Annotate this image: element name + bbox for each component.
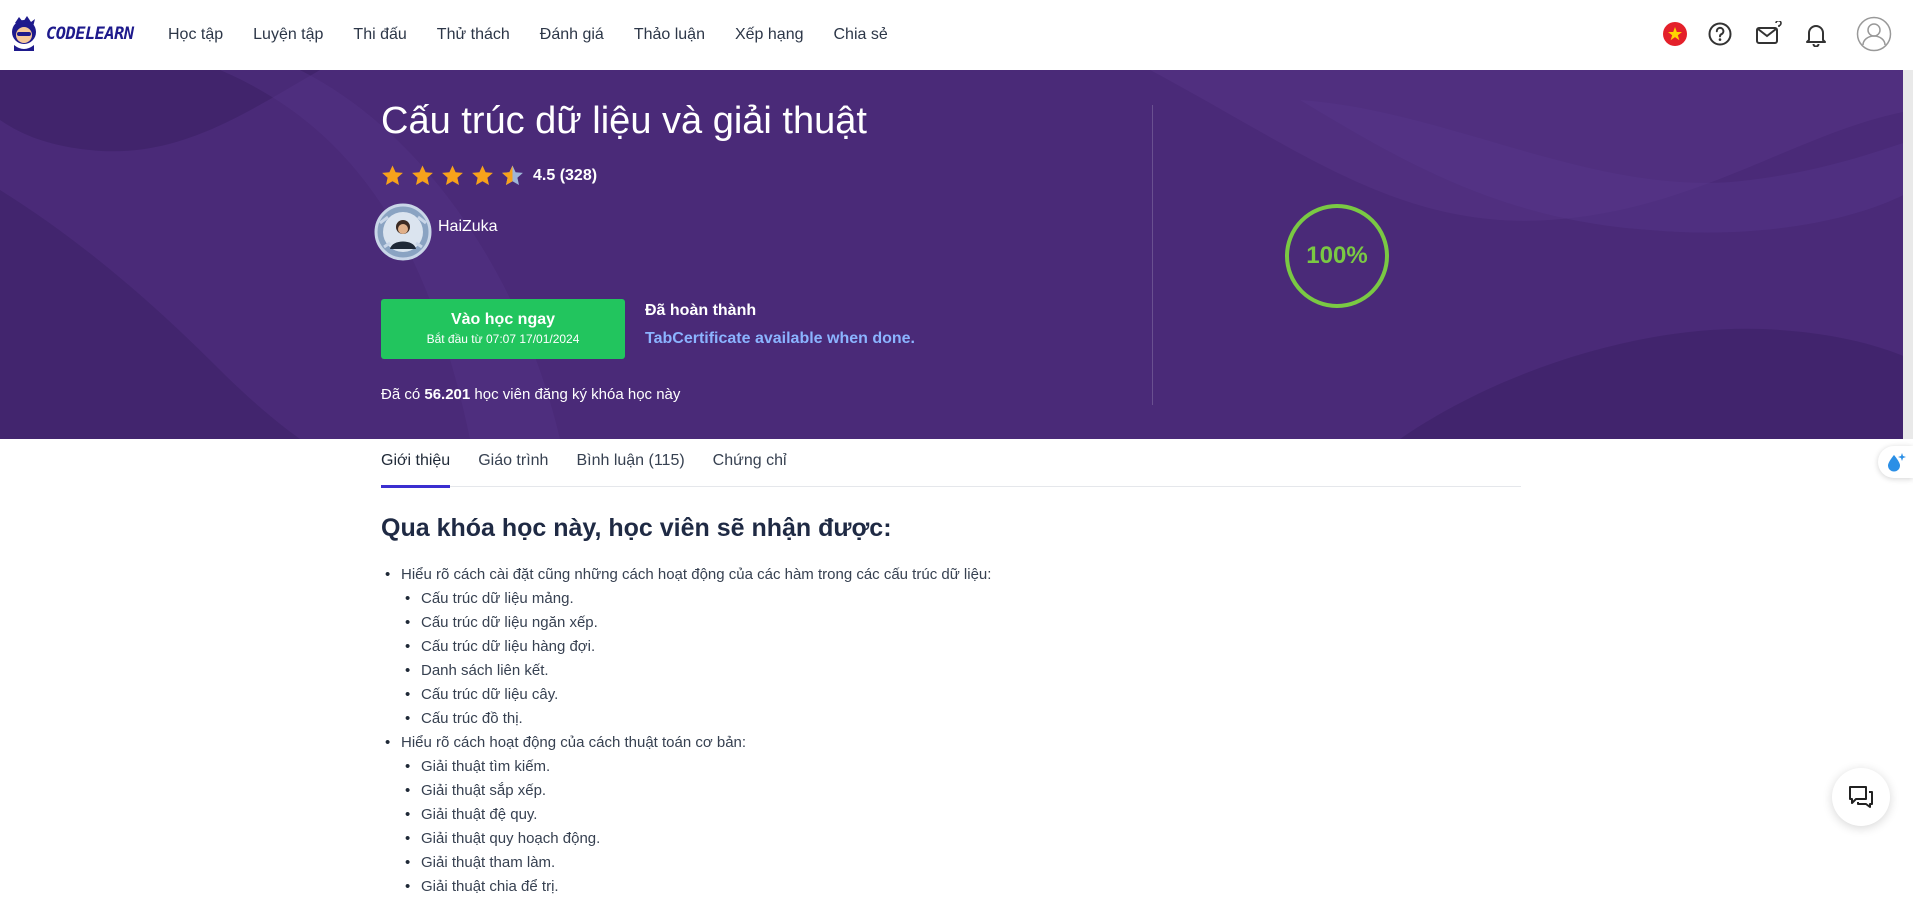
enroll-number: 56.201 xyxy=(424,386,471,403)
bell-icon[interactable] xyxy=(1802,20,1830,48)
codelearn-logo[interactable]: CODELEARN xyxy=(9,15,134,53)
side-assist-button[interactable] xyxy=(1878,446,1913,478)
page-scrollbar[interactable] xyxy=(1903,70,1913,439)
nav-luyen-tap[interactable]: Luyện tập xyxy=(253,26,323,44)
course-title: Cấu trúc dữ liệu và giải thuật xyxy=(381,100,867,142)
main-nav: Học tập Luyện tập Thi đấu Thử thách Đánh… xyxy=(168,0,918,70)
nav-thu-thach[interactable]: Thử thách xyxy=(437,26,510,44)
completion-status: Đã hoàn thành xyxy=(645,302,757,319)
list-item: Cấu trúc dữ liệu mảng. xyxy=(381,587,991,611)
banner-wave-background xyxy=(0,70,1913,439)
top-navbar: CODELEARN Học tập Luyện tập Thi đấu Thử … xyxy=(0,0,1913,70)
nav-danh-gia[interactable]: Đánh giá xyxy=(540,26,604,44)
sublist-wrapper: Cấu trúc dữ liệu mảng. Cấu trúc dữ liệu … xyxy=(381,587,991,731)
banner-divider xyxy=(1152,105,1153,405)
start-learning-button[interactable]: Vào học ngay Bắt đầu từ 07:07 17/01/2024 xyxy=(381,299,625,359)
chat-icon xyxy=(1849,786,1873,808)
nav-hoc-tap[interactable]: Học tập xyxy=(168,26,223,44)
list-item: Hiểu rõ cách cài đặt cũng những cách hoạ… xyxy=(381,563,991,587)
list-item: Cấu trúc dữ liệu ngăn xếp. xyxy=(381,611,991,635)
nav-thao-luan[interactable]: Thảo luận xyxy=(634,26,705,44)
vietnam-flag-icon[interactable] xyxy=(1661,20,1689,48)
logo-text: CODELEARN xyxy=(46,24,134,44)
logo-mascot-icon xyxy=(12,16,36,51)
start-learning-label: Vào học ngay xyxy=(450,311,556,328)
course-tabs: Giới thiệu Giáo trình Bình luận (115) Ch… xyxy=(381,439,1521,488)
certificate-link[interactable]: TabCertificate available when done. xyxy=(645,330,915,348)
sparkle-drop-icon xyxy=(1887,453,1906,472)
list-item: Giải thuật sắp xếp. xyxy=(381,779,991,803)
star-icon xyxy=(412,165,433,185)
tab-giao-trinh[interactable]: Giáo trình xyxy=(478,439,548,487)
tab-binh-luan[interactable]: Bình luận (115) xyxy=(576,439,684,487)
enroll-suffix: học viên đăng ký khóa học này xyxy=(474,386,681,403)
list-item: Giải thuật chia để trị. xyxy=(381,875,991,899)
tab-gioi-thieu[interactable]: Giới thiệu xyxy=(381,439,451,488)
star-icon xyxy=(382,165,403,185)
star-icon xyxy=(472,165,493,185)
nav-chia-se[interactable]: Chia sẻ xyxy=(834,26,888,44)
nav-xep-hang[interactable]: Xếp hạng xyxy=(735,26,804,44)
intro-content: Hiểu rõ cách cài đặt cũng những cách hoạ… xyxy=(381,563,991,899)
course-banner: Cấu trúc dữ liệu và giải thuật 4.5 (328)… xyxy=(0,70,1913,439)
list-item: Cấu trúc đồ thị. xyxy=(381,707,991,731)
progress-percent: 100% xyxy=(1306,242,1368,269)
list-item: Danh sách liên kết. xyxy=(381,659,991,683)
enroll-prefix: Đã có xyxy=(381,386,421,403)
rating-text: 4.5 (328) xyxy=(533,167,598,184)
intro-heading: Qua khóa học này, học viên sẽ nhận được: xyxy=(381,514,892,542)
rating-stars xyxy=(380,164,525,188)
mail-icon[interactable] xyxy=(1755,20,1783,48)
author[interactable]: HaiZuka xyxy=(374,203,498,261)
list-item: Giải thuật đệ quy. xyxy=(381,803,991,827)
tab-chung-chi[interactable]: Chứng chỉ xyxy=(713,439,787,487)
star-icon xyxy=(442,165,463,185)
list-item: Giải thuật quy hoạch động. xyxy=(381,827,991,851)
nav-thi-dau[interactable]: Thi đấu xyxy=(353,26,406,44)
author-avatar xyxy=(374,203,432,261)
list-item: Cấu trúc dữ liệu cây. xyxy=(381,683,991,707)
start-learning-date: Bắt đầu từ 07:07 17/01/2024 xyxy=(426,332,580,346)
intro-list: Hiểu rõ cách cài đặt cũng những cách hoạ… xyxy=(381,563,991,899)
author-name: HaiZuka xyxy=(438,218,498,235)
list-item: Giải thuật tham làm. xyxy=(381,851,991,875)
help-icon[interactable] xyxy=(1706,20,1734,48)
star-half-icon xyxy=(502,165,523,185)
chat-button[interactable] xyxy=(1832,768,1890,826)
sublist-wrapper: Giải thuật tìm kiếm. Giải thuật sắp xếp.… xyxy=(381,755,991,899)
enrollment-count: Đã có 56.201 học viên đăng ký khóa học n… xyxy=(381,386,680,403)
user-avatar-icon[interactable] xyxy=(1856,16,1892,52)
list-item: Hiểu rõ cách hoạt động của cách thuật to… xyxy=(381,731,991,755)
list-item: Giải thuật tìm kiếm. xyxy=(381,755,991,779)
list-item: Cấu trúc dữ liệu hàng đợi. xyxy=(381,635,991,659)
